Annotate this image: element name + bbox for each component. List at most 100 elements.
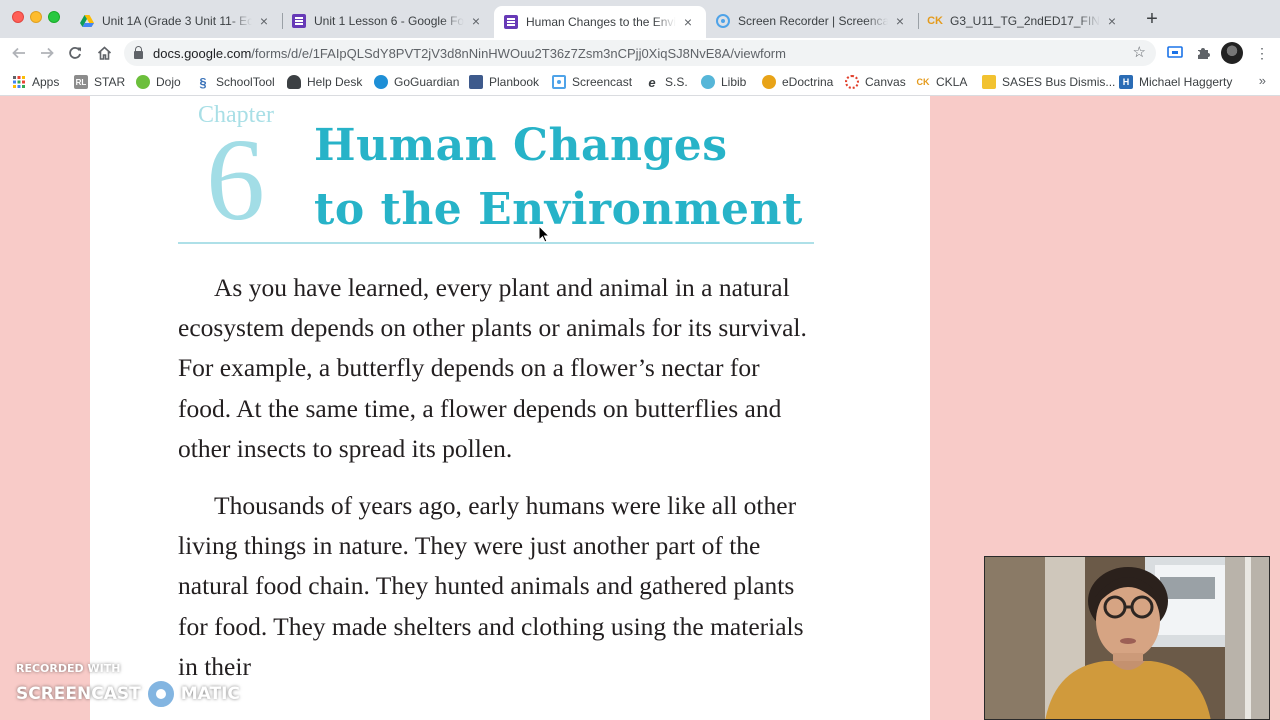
folder-icon bbox=[982, 75, 996, 89]
window-zoom-button[interactable] bbox=[48, 11, 60, 23]
reload-button[interactable] bbox=[64, 42, 86, 64]
home-icon bbox=[97, 46, 111, 60]
address-bar[interactable]: docs.google.com/forms/d/e/1FAIpQLSdY8PVT… bbox=[124, 40, 1156, 66]
ckla-icon: CK bbox=[927, 15, 943, 27]
url-host: docs.google.com bbox=[153, 45, 252, 61]
bookmark-libib[interactable]: Libib bbox=[701, 73, 746, 91]
apps-grid-icon bbox=[12, 75, 26, 89]
close-icon[interactable]: × bbox=[468, 13, 484, 29]
webcam-video bbox=[985, 557, 1269, 719]
hotel-icon: H bbox=[1119, 75, 1133, 89]
bookmark-label: Canvas bbox=[865, 75, 906, 89]
tab-screen-recorder[interactable]: Screen Recorder | Screencast × bbox=[706, 6, 919, 36]
bookmark-label: Michael Haggerty bbox=[1139, 75, 1233, 89]
paragraph: Thousands of years ago, early humans wer… bbox=[178, 491, 804, 681]
bookmark-star-icon[interactable]: ☆ bbox=[1133, 43, 1146, 61]
url-path: /forms/d/e/1FAIpQLSdY8PVT2jV3d8nNinHWOuu… bbox=[251, 45, 786, 61]
tab-title: Screen Recorder | Screencast bbox=[738, 14, 888, 28]
tab-human-changes[interactable]: Human Changes to the Environ × bbox=[494, 6, 706, 38]
bookmark-label: S.S. bbox=[665, 75, 688, 89]
bookmark-ss[interactable]: e S.S. bbox=[645, 73, 688, 91]
tab-title: Unit 1 Lesson 6 - Google Forms bbox=[314, 14, 464, 28]
recorded-with-label: RECORDED WITH bbox=[16, 662, 121, 675]
brand-right: MATIC bbox=[180, 684, 240, 704]
bookmark-label: STAR bbox=[94, 75, 126, 89]
screencast-logo-icon bbox=[144, 678, 177, 710]
google-drive-icon bbox=[80, 14, 94, 28]
bookmark-label: SASES Bus Dismis... bbox=[1002, 75, 1116, 89]
forward-button[interactable] bbox=[36, 42, 58, 64]
close-icon[interactable]: × bbox=[892, 13, 908, 29]
bookmark-label: Help Desk bbox=[307, 75, 363, 89]
goguardian-icon bbox=[374, 75, 388, 89]
reload-icon bbox=[69, 47, 81, 59]
rl-icon: RL bbox=[74, 75, 88, 89]
close-icon[interactable]: × bbox=[1104, 13, 1120, 29]
arrow-right-icon bbox=[41, 47, 54, 59]
bookmark-edoctrina[interactable]: eDoctrina bbox=[762, 73, 833, 91]
ckla-icon: CK bbox=[916, 77, 930, 87]
lock-icon bbox=[134, 45, 143, 59]
bookmarks-bar: Apps RL STAR Dojo § SchoolTool Help Desk… bbox=[0, 68, 1280, 96]
screencast-icon bbox=[716, 14, 730, 28]
tab-title: Human Changes to the Environ bbox=[526, 15, 676, 29]
arrow-left-icon bbox=[12, 47, 25, 59]
screencast-icon bbox=[552, 75, 566, 89]
schooltool-icon: § bbox=[199, 74, 207, 90]
mouse-pointer-icon bbox=[538, 224, 551, 248]
edoctrina-icon bbox=[762, 75, 776, 89]
new-tab-button[interactable]: + bbox=[1143, 9, 1161, 29]
planbook-icon bbox=[469, 75, 483, 89]
bookmark-help-desk[interactable]: Help Desk bbox=[287, 73, 362, 91]
bookmark-planbook[interactable]: Planbook bbox=[469, 73, 539, 91]
chapter-title-line-1: Human Changes bbox=[314, 120, 728, 171]
helpdesk-icon bbox=[287, 75, 301, 89]
window-close-button[interactable] bbox=[12, 11, 24, 23]
tab-strip: Unit 1A (Grade 3 Unit 11- Ecolo × Unit 1… bbox=[0, 0, 1280, 38]
webcam-overlay bbox=[984, 556, 1270, 720]
bookmark-label: Libib bbox=[721, 75, 747, 89]
title-divider bbox=[178, 242, 814, 244]
chapter-body: As you have learned, every plant and ani… bbox=[178, 268, 818, 704]
bookmark-goguardian[interactable]: GoGuardian bbox=[374, 73, 459, 91]
close-icon[interactable]: × bbox=[680, 14, 696, 30]
bookmark-michael-haggerty[interactable]: H Michael Haggerty bbox=[1119, 73, 1232, 91]
home-button[interactable] bbox=[93, 42, 115, 64]
bookmark-label: Planbook bbox=[489, 75, 540, 89]
bookmarks-overflow-icon[interactable]: » bbox=[1259, 73, 1266, 88]
tab-unit-1a[interactable]: Unit 1A (Grade 3 Unit 11- Ecolo × bbox=[70, 6, 283, 36]
bookmark-schooltool[interactable]: § SchoolTool bbox=[196, 73, 274, 91]
window-minimize-button[interactable] bbox=[30, 11, 42, 23]
bookmark-label: Apps bbox=[32, 75, 60, 89]
bookmark-dojo[interactable]: Dojo bbox=[136, 73, 181, 91]
paragraph: As you have learned, every plant and ani… bbox=[178, 273, 807, 463]
browser-toolbar: docs.google.com/forms/d/e/1FAIpQLSdY8PVT… bbox=[0, 38, 1280, 68]
tab-g3-u11-tg[interactable]: CK G3_U11_TG_2ndED17_FINAL_2 × bbox=[918, 6, 1130, 36]
bookmark-ckla[interactable]: CK CKLA bbox=[916, 73, 968, 91]
bookmark-screencast[interactable]: Screencast bbox=[552, 73, 632, 91]
tab-title: Unit 1A (Grade 3 Unit 11- Ecolo bbox=[102, 14, 252, 28]
profile-avatar[interactable] bbox=[1221, 42, 1243, 64]
bookmark-label: Dojo bbox=[156, 75, 181, 89]
screencast-watermark: RECORDED WITH SCREENCAST MATIC bbox=[16, 662, 240, 710]
tab-unit-1-lesson-6[interactable]: Unit 1 Lesson 6 - Google Forms × bbox=[282, 6, 494, 36]
extensions-puzzle-icon[interactable] bbox=[1193, 43, 1213, 63]
google-forms-icon bbox=[504, 15, 518, 29]
chapter-title-line-2: to the Environment bbox=[314, 184, 803, 235]
brand-left: SCREENCAST bbox=[16, 684, 141, 704]
chapter-number: 6 bbox=[206, 114, 265, 245]
bookmark-label: CKLA bbox=[936, 75, 968, 89]
more-vert-icon[interactable]: ⋮ bbox=[1252, 43, 1272, 63]
cast-icon[interactable] bbox=[1165, 43, 1185, 63]
bookmark-star[interactable]: RL STAR bbox=[74, 73, 125, 91]
bookmark-label: GoGuardian bbox=[394, 75, 460, 89]
close-icon[interactable]: × bbox=[256, 13, 272, 29]
bookmark-apps[interactable]: Apps bbox=[12, 73, 59, 91]
dojo-icon bbox=[136, 75, 150, 89]
bookmark-canvas[interactable]: Canvas bbox=[845, 73, 906, 91]
bookmark-sases-bus[interactable]: SASES Bus Dismis... bbox=[982, 73, 1115, 91]
ss-icon: e bbox=[648, 74, 656, 90]
back-button[interactable] bbox=[8, 42, 30, 64]
document-image: Chapter 6 Human Changes to the Environme… bbox=[90, 96, 930, 720]
google-forms-icon bbox=[292, 14, 306, 28]
